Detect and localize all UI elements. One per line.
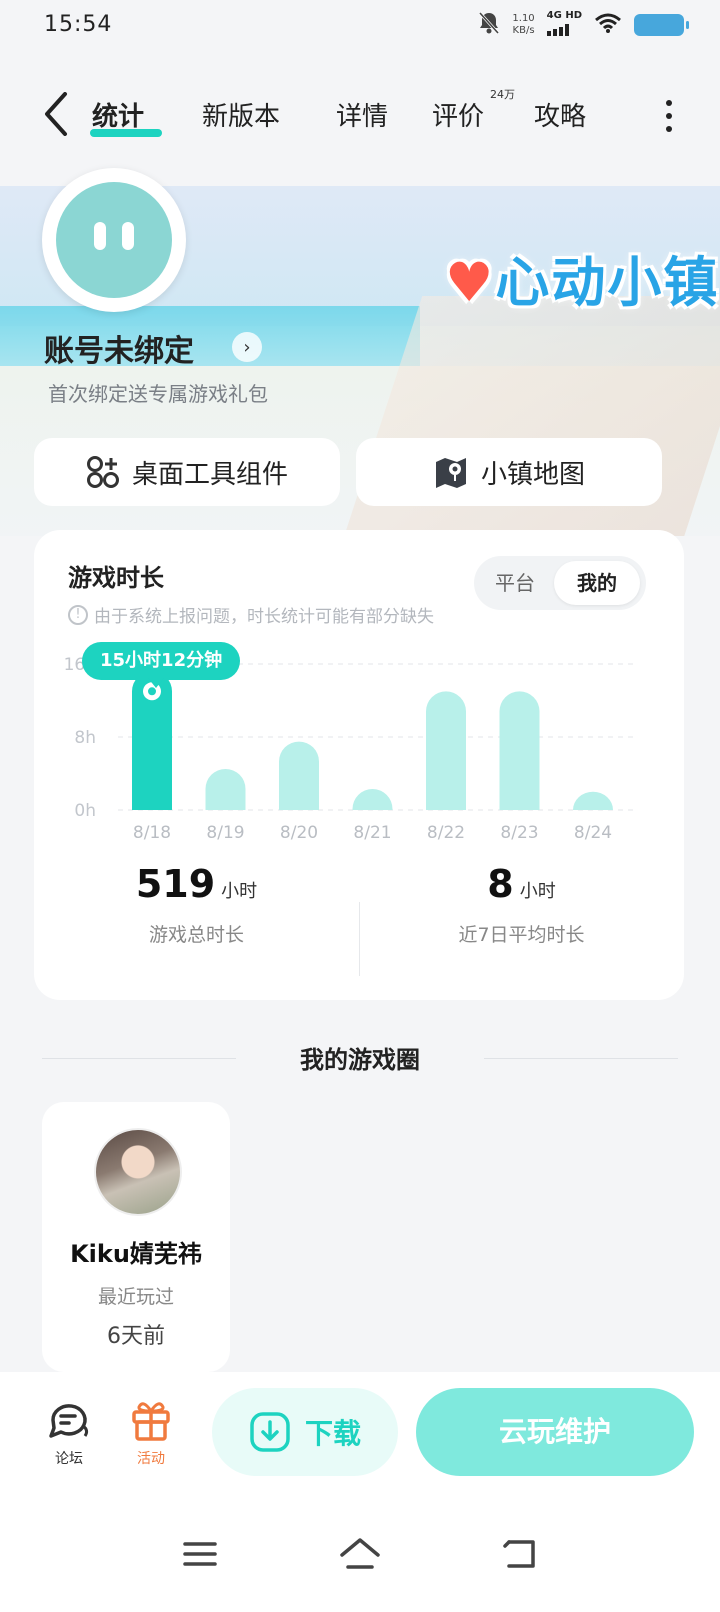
- cloud-play-button[interactable]: 云玩维护: [416, 1388, 694, 1476]
- chart-bar[interactable]: [499, 691, 540, 810]
- total-playtime: 519 小时: [34, 862, 359, 906]
- playtime-title: 游戏时长: [68, 564, 164, 592]
- battery-icon: [634, 14, 689, 36]
- signal-indicator: 4G HD: [546, 10, 582, 40]
- average-playtime-value: 8: [487, 862, 514, 906]
- signal-bars-icon: [546, 24, 569, 36]
- chart-bar[interactable]: [205, 768, 246, 810]
- x-tick-label: 8/23: [500, 823, 538, 843]
- friend-status: 最近玩过: [97, 1286, 174, 1308]
- widgets-icon: [86, 456, 119, 488]
- x-tick-label: 8/24: [574, 823, 612, 843]
- network-speed: 1.10 KB/s: [512, 13, 535, 36]
- y-tick-label: 8h: [74, 728, 96, 748]
- tab-reviews[interactable]: 评价: [432, 96, 484, 133]
- home-nav-button[interactable]: [330, 1532, 390, 1576]
- total-playtime-value: 519: [135, 862, 216, 906]
- data-notice: ! 由于系统上报问题，时长统计可能有部分缺失: [68, 602, 434, 627]
- activity-button[interactable]: 活动: [116, 1398, 186, 1468]
- x-tick-label: 8/20: [280, 823, 318, 843]
- back-button[interactable]: [36, 90, 76, 138]
- x-tick-label: 8/22: [427, 823, 465, 843]
- average-playtime-unit: 小时: [519, 881, 556, 902]
- friend-name: Kiku婧芜祎: [70, 1240, 202, 1268]
- chevron-left-icon: [45, 92, 67, 136]
- x-tick-label: 8/18: [133, 823, 171, 843]
- menu-nav-button[interactable]: [170, 1532, 230, 1576]
- forum-label: 论坛: [55, 1451, 83, 1467]
- status-time: 15:54: [44, 12, 113, 37]
- bottom-action-bar: 论坛 活动 下载 云玩维护: [0, 1372, 720, 1502]
- download-label: 下载: [304, 1417, 361, 1450]
- x-tick-label: 8/19: [206, 823, 244, 843]
- selected-point-dot: [148, 687, 156, 696]
- chart-bar[interactable]: [352, 789, 393, 810]
- account-status-title[interactable]: 账号未绑定: [44, 326, 194, 370]
- status-icons: 1.10 KB/s 4G HD: [478, 10, 689, 40]
- chat-bubble-icon: [47, 1398, 91, 1442]
- mute-bell-icon: [478, 11, 500, 39]
- back-nav-button[interactable]: [490, 1532, 550, 1576]
- download-icon: [250, 1412, 290, 1452]
- wifi-icon: [594, 12, 622, 38]
- download-button[interactable]: 下载: [212, 1388, 398, 1476]
- friend-avatar: [94, 1128, 182, 1216]
- more-options-button[interactable]: [654, 96, 684, 136]
- divider-right: [484, 1058, 678, 1059]
- tab-new-version[interactable]: 新版本: [202, 96, 280, 133]
- friend-card[interactable]: Kiku婧芜祎 最近玩过 6天前: [42, 1102, 230, 1372]
- return-icon: [503, 1540, 535, 1568]
- chart-bar[interactable]: [279, 741, 319, 810]
- x-tick-label: 8/21: [353, 823, 391, 843]
- chevron-right-icon[interactable]: ›: [232, 332, 262, 362]
- account-bind-hint: 首次绑定送专属游戏礼包: [48, 382, 268, 406]
- friend-last-played: 6天前: [107, 1324, 165, 1349]
- system-navigation-bar: [0, 1502, 720, 1612]
- town-map-button[interactable]: 小镇地图: [356, 438, 662, 506]
- gift-icon: [129, 1398, 173, 1442]
- chart-bar[interactable]: [426, 691, 466, 810]
- chart-tooltip: 15小时12分钟: [82, 642, 241, 680]
- playtime-card: 游戏时长 平台 我的 ! 由于系统上报问题，时长统计可能有部分缺失 0h 8h 16…: [34, 530, 684, 1000]
- tab-guides[interactable]: 攻略: [534, 96, 586, 133]
- toggle-mine[interactable]: 我的: [554, 561, 640, 605]
- menu-icon: [183, 1542, 217, 1566]
- scope-toggle[interactable]: 平台 我的: [474, 556, 646, 610]
- game-logo: ♥心动小镇: [445, 251, 720, 314]
- tooltip-pointer: [148, 678, 164, 688]
- total-playtime-unit: 小时: [221, 881, 258, 902]
- y-tick-label: 0h: [74, 801, 96, 821]
- forum-button[interactable]: 论坛: [34, 1398, 104, 1468]
- info-icon: !: [68, 604, 88, 625]
- home-icon: [340, 1538, 380, 1569]
- tab-statistics[interactable]: 统计: [92, 96, 144, 133]
- average-playtime: 8 小时: [359, 862, 684, 906]
- average-playtime-label: 近7日平均时长: [458, 924, 585, 946]
- chart-bar[interactable]: [573, 791, 613, 810]
- toggle-platform[interactable]: 平台: [480, 561, 550, 605]
- total-playtime-label: 游戏总时长: [148, 924, 244, 946]
- activity-label: 活动: [137, 1451, 165, 1467]
- review-count-badge: 24万: [490, 88, 515, 101]
- desktop-widget-button[interactable]: 桌面工具组件: [34, 438, 340, 506]
- default-avatar-icon: [56, 182, 172, 298]
- user-avatar[interactable]: [42, 168, 186, 312]
- tab-details[interactable]: 详情: [336, 96, 388, 133]
- map-icon: [435, 458, 466, 488]
